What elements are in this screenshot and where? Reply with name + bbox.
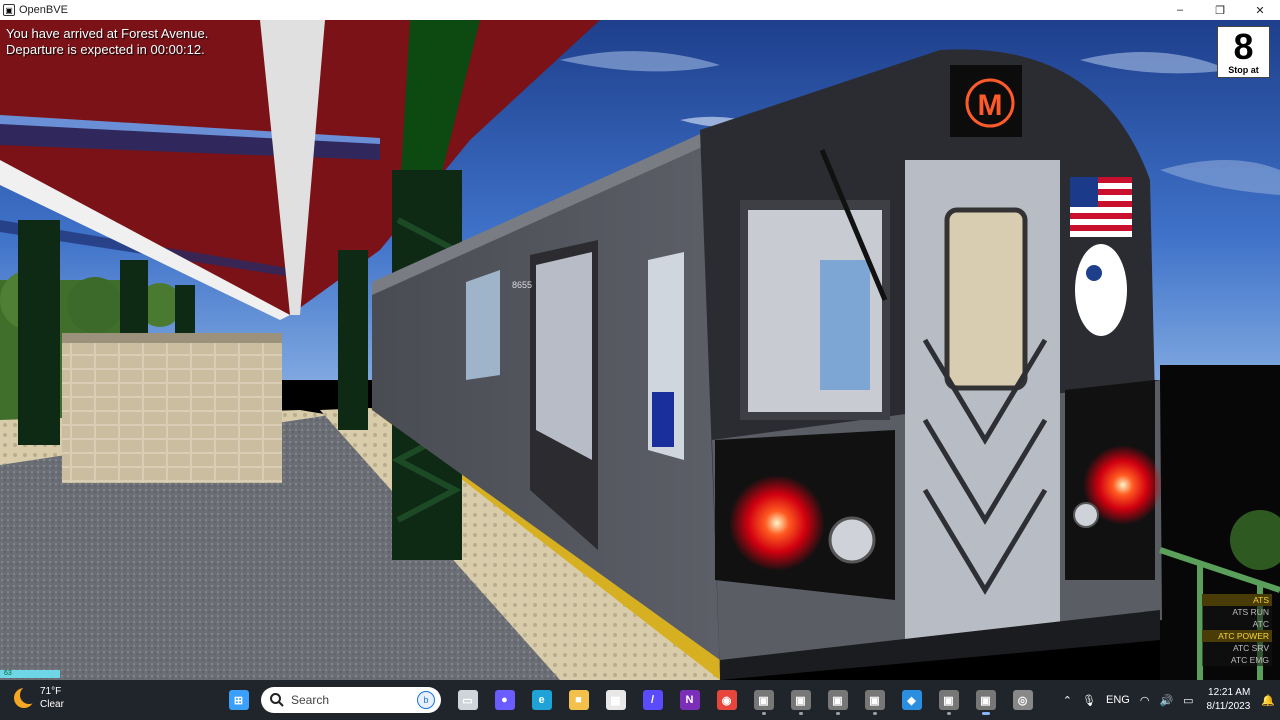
- edge-icon: e: [531, 690, 552, 710]
- openbve-window-4-icon: ▣: [864, 690, 885, 710]
- onenote-icon: N: [679, 690, 700, 710]
- atc-srv-indicator: ATC SRV: [1202, 642, 1272, 654]
- moon-icon: [14, 686, 38, 708]
- store-icon[interactable]: ▦: [601, 685, 631, 715]
- arrival-message: You have arrived at Forest Avenue.: [6, 26, 209, 41]
- notification-bell-icon[interactable]: 🔔: [1261, 694, 1275, 707]
- openbve-window-6-icon[interactable]: ▣: [971, 685, 1001, 715]
- atc-power-indicator: ATC POWER: [1202, 630, 1272, 642]
- speed-label: 63: [4, 670, 12, 677]
- ats-run-indicator: ATS RUN: [1202, 606, 1272, 618]
- volume-icon[interactable]: 🔊: [1159, 694, 1173, 707]
- search-icon: [270, 693, 284, 707]
- stop-indicator: 8 Stop at: [1217, 26, 1270, 78]
- system-tray: ⌃ 🎙 ENG ◠ 🔊 ▭ 12:21 AM 8/11/2023 🔔: [1058, 680, 1280, 720]
- onenote-icon[interactable]: N: [675, 685, 705, 715]
- openbve-window-2-icon: ▣: [790, 690, 811, 710]
- language-indicator[interactable]: ENG: [1106, 694, 1130, 706]
- weather-widget[interactable]: 71°F Clear: [14, 685, 64, 711]
- record-icon[interactable]: ◎: [1008, 685, 1038, 715]
- edge-icon[interactable]: e: [527, 685, 557, 715]
- train-station-scene: 8655 M: [0, 20, 1280, 680]
- file-explorer-icon: ■: [568, 690, 589, 710]
- openbve-window-6-icon: ▣: [975, 690, 996, 710]
- atc-emg-indicator: ATC EMG: [1202, 654, 1272, 666]
- openbve-window-1-icon[interactable]: ▣: [749, 685, 779, 715]
- vscode-icon[interactable]: ◆: [897, 685, 927, 715]
- windows-taskbar: 71°F Clear ⊞ Search b ▭ ● e ■ ▦ / N ◉ ▣ ▣ ▣ ▣ ◆ ▣ ▣ ◎ ⌃ 🎙 …: [0, 680, 1280, 720]
- openbve-window-4-icon[interactable]: ▣: [860, 685, 890, 715]
- openbve-window-1-icon: ▣: [753, 690, 774, 710]
- pen-app-icon[interactable]: /: [638, 685, 668, 715]
- train-side-window: [466, 270, 500, 380]
- window-title: OpenBVE: [19, 4, 68, 16]
- speed-bar: 63: [0, 670, 60, 678]
- tail-light-left: [729, 475, 825, 571]
- safety-system-panel: ATS ATS RUN ATC ATC POWER ATC SRV ATC EM…: [1202, 594, 1272, 666]
- minimize-button[interactable]: –: [1160, 0, 1200, 20]
- clock-time: 12:21 AM: [1208, 687, 1251, 698]
- mta-logo: [1075, 244, 1127, 336]
- chat-icon: ●: [494, 690, 515, 710]
- clock-date: 8/11/2023: [1206, 701, 1251, 712]
- microphone-icon[interactable]: 🎙: [1082, 694, 1096, 707]
- chrome-icon[interactable]: ◉: [712, 685, 742, 715]
- atc-indicator: ATC: [1202, 618, 1272, 630]
- task-view-icon[interactable]: ▭: [453, 685, 483, 715]
- openbve-window-3-icon: ▣: [827, 690, 848, 710]
- openbve-app-icon: ▣: [3, 4, 15, 16]
- chevron-up-icon[interactable]: ⌃: [1063, 694, 1072, 707]
- stop-label: Stop at: [1228, 65, 1259, 75]
- start-button[interactable]: ⊞: [224, 685, 254, 715]
- wifi-icon[interactable]: ◠: [1140, 694, 1150, 707]
- bing-icon[interactable]: b: [417, 691, 435, 709]
- task-view-icon: ▭: [457, 690, 478, 710]
- taskbar-apps: ⊞ Search b ▭ ● e ■ ▦ / N ◉ ▣ ▣ ▣ ▣ ◆ ▣ ▣ ◎: [220, 684, 1041, 716]
- clock[interactable]: 12:21 AM 8/11/2023: [1207, 686, 1251, 714]
- platform-booth: [62, 333, 282, 483]
- departure-message: Departure is expected in 00:00:12.: [6, 42, 205, 57]
- openbve-window-2-icon[interactable]: ▣: [786, 685, 816, 715]
- record-icon: ◎: [1012, 690, 1033, 710]
- stop-car-count: 8: [1233, 26, 1254, 67]
- openbve-window-3-icon[interactable]: ▣: [823, 685, 853, 715]
- car-number: 8655: [512, 280, 532, 290]
- ats-indicator: ATS: [1202, 594, 1272, 606]
- file-explorer-icon[interactable]: ■: [564, 685, 594, 715]
- weather-description: Clear: [40, 699, 64, 710]
- vscode-icon: ◆: [901, 690, 922, 710]
- chrome-icon: ◉: [716, 690, 737, 710]
- maximize-button[interactable]: ❐: [1200, 0, 1240, 20]
- store-icon: ▦: [605, 690, 626, 710]
- search-placeholder: Search: [291, 693, 330, 707]
- openbve-window-5-icon: ▣: [938, 690, 959, 710]
- battery-icon[interactable]: ▭: [1183, 694, 1193, 707]
- route-letter: M: [978, 89, 1003, 122]
- start-icon: ⊞: [228, 690, 249, 710]
- column: [18, 220, 60, 445]
- weather-temperature: 71°F: [40, 686, 62, 697]
- chat-icon[interactable]: ●: [490, 685, 520, 715]
- openbve-window-5-icon[interactable]: ▣: [934, 685, 964, 715]
- station-message: You have arrived at Forest Avenue. Depar…: [6, 26, 208, 58]
- search-box[interactable]: Search b: [261, 687, 441, 713]
- simulator-viewport[interactable]: 8655 M You have arrived at Forest Avenue…: [0, 20, 1280, 680]
- close-button[interactable]: ✕: [1240, 0, 1280, 20]
- pen-app-icon: /: [642, 690, 663, 710]
- window-title-bar: ▣ OpenBVE – ❐ ✕: [0, 0, 1280, 21]
